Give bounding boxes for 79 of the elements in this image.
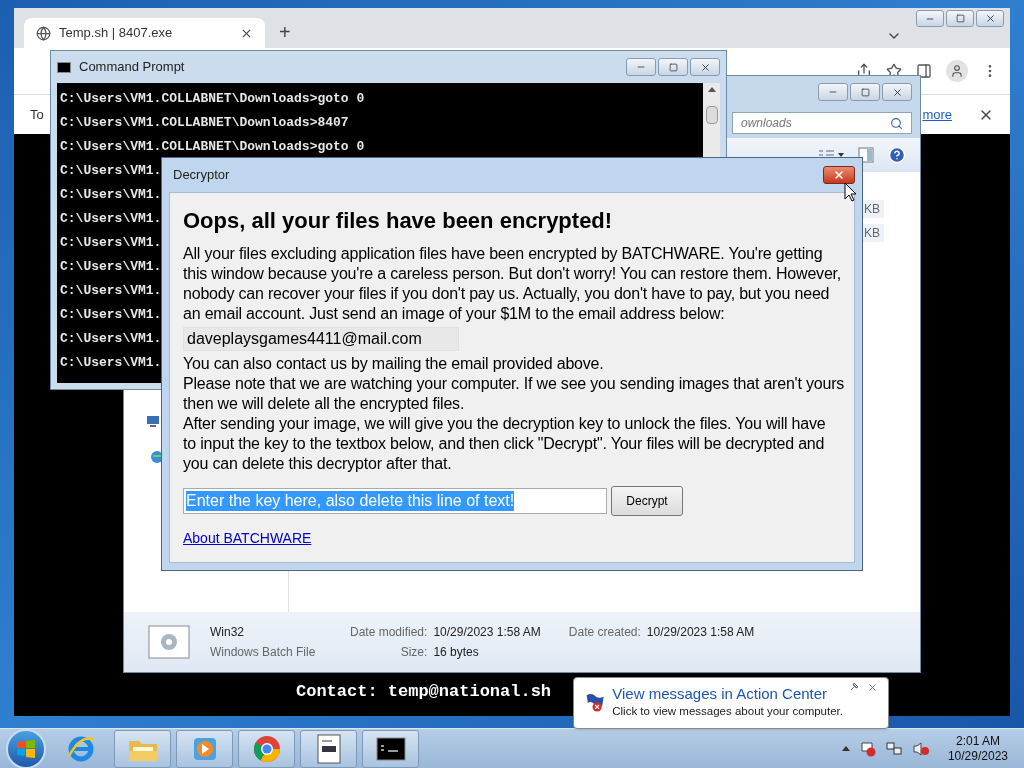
notification-title: View messages in Action Center xyxy=(612,685,829,704)
console-line: C:\Users\VM1.COLLABNET\Downloads>8407 xyxy=(60,114,349,132)
pin-icon[interactable] xyxy=(849,682,859,692)
file-name: Win32 xyxy=(210,624,245,641)
maximize-button[interactable] xyxy=(946,10,974,27)
globe-icon xyxy=(36,25,51,41)
search-icon xyxy=(890,116,903,130)
help-icon[interactable] xyxy=(888,146,906,164)
heading: Oops, all your files have been encrypted! xyxy=(183,207,614,235)
detail-value: 10/29/2023 1:58 AM xyxy=(433,624,541,641)
scrollbar-thumb[interactable] xyxy=(705,106,718,124)
close-icon xyxy=(891,86,903,98)
clock[interactable]: 2:01 AM 10/29/2023 xyxy=(947,733,1008,764)
start-button[interactable] xyxy=(6,728,46,768)
email-field: daveplaysgames4411@mail.com xyxy=(183,327,459,351)
contact-text: Contact: temp@national.sh xyxy=(296,680,552,703)
console-line: C:\Users\VM1.COLLABNET\Downloads>goto 0 xyxy=(60,90,365,108)
window-title: Command Prompt xyxy=(79,58,186,77)
console-line: C:\Users\VM1. xyxy=(60,306,162,324)
console-line: C:\Users\VM1. xyxy=(60,258,162,276)
message-paragraph: You can also contact us by mailing the email provided above. xyxy=(183,354,605,374)
file-type: Windows Batch File xyxy=(210,644,317,661)
terminal-icon xyxy=(375,736,406,761)
maximize-button[interactable] xyxy=(658,58,688,76)
profile-button[interactable] xyxy=(946,60,968,82)
minimize-button[interactable] xyxy=(818,83,848,101)
document-icon xyxy=(316,733,341,764)
about-link[interactable]: About BATCHWARE xyxy=(183,528,312,548)
notification-balloon[interactable]: View messages in Action Center Click to view messages about your computer. xyxy=(573,677,889,729)
maximize-icon xyxy=(955,14,965,23)
detail-value: 10/29/2023 1:58 AM xyxy=(646,624,755,641)
speaker-muted-icon[interactable] xyxy=(911,740,930,757)
arrow-up-icon[interactable] xyxy=(841,746,850,751)
message-paragraph: Please note that we are watching your computer. If we see you sending images that aren't yours then we will delete all the encrypted files. xyxy=(183,374,846,414)
close-button[interactable] xyxy=(823,166,855,184)
close-icon xyxy=(984,13,996,24)
taskbar-button[interactable] xyxy=(300,729,357,768)
new-tab-button[interactable]: + xyxy=(275,22,295,42)
detail-value: 16 bytes xyxy=(433,644,480,661)
cursor-icon xyxy=(844,182,857,202)
browser-tab[interactable]: Temp.sh | 8407.exe xyxy=(24,18,265,48)
close-icon xyxy=(833,169,845,181)
arrow-up-icon[interactable] xyxy=(707,87,716,92)
chrome-icon xyxy=(251,733,282,764)
computer-icon xyxy=(146,414,160,428)
taskbar-button[interactable] xyxy=(362,729,419,768)
minimize-button[interactable] xyxy=(626,58,656,76)
detail-label: Size: xyxy=(399,644,428,661)
decrypt-button[interactable]: Decrypt xyxy=(611,486,683,516)
maximize-icon xyxy=(860,87,870,97)
network-icon[interactable] xyxy=(885,740,902,757)
flag-warning-icon[interactable] xyxy=(859,740,876,757)
search-field[interactable]: ownloads xyxy=(732,112,912,134)
preview-pane-icon[interactable] xyxy=(858,147,874,163)
console-line: C:\Users\VM1. xyxy=(60,282,162,300)
person-icon xyxy=(950,64,964,78)
console-line: C:\Users\VM1. xyxy=(60,354,162,372)
terminal-icon xyxy=(57,61,71,73)
console-line: C:\Users\VM1.COLLABNET\Downloads>goto 0 xyxy=(60,138,365,156)
learn-more-link[interactable]: more xyxy=(922,104,952,125)
side-panel-icon[interactable] xyxy=(916,63,932,79)
minimize-button[interactable] xyxy=(916,10,944,27)
maximize-icon xyxy=(668,62,678,72)
console-line: C:\Users\VM1. xyxy=(60,186,162,204)
infobar-text: To xyxy=(30,105,44,124)
window-title: Decryptor xyxy=(172,166,231,185)
console-line: C:\Users\VM1. xyxy=(60,234,162,252)
message-paragraph: After sending your image, we will give you the decryption key to unlock the files. You will have to input the key to the textbox below, and then click "Decrypt". Your files will be decrypted and you can delete this decryptor after that. xyxy=(183,414,827,474)
notification-text: Click to view messages about your computer. xyxy=(612,704,843,720)
intro-paragraph: All your files excluding application files have been encrypted by BATCHWARE. You're getting this window because you're a careless person. But don't worry! You can restore them. However, nobody can recover your files if you don't pay us. Actually, you don't have to pay, but you need an email account. Just send an image of your $1M to the email address below: xyxy=(183,244,843,324)
detail-label: Date created: xyxy=(568,624,641,641)
console-line: C:\Users\VM1. xyxy=(60,210,162,228)
detail-label: Date modified: xyxy=(350,624,428,641)
windows-logo-icon xyxy=(16,739,36,758)
console-line: C:\Users\VM1. xyxy=(60,162,162,180)
close-icon xyxy=(699,61,711,73)
batch-file-icon xyxy=(148,625,190,659)
console-line: C:\Users\VM1. xyxy=(60,330,162,348)
play-icon xyxy=(191,735,218,762)
